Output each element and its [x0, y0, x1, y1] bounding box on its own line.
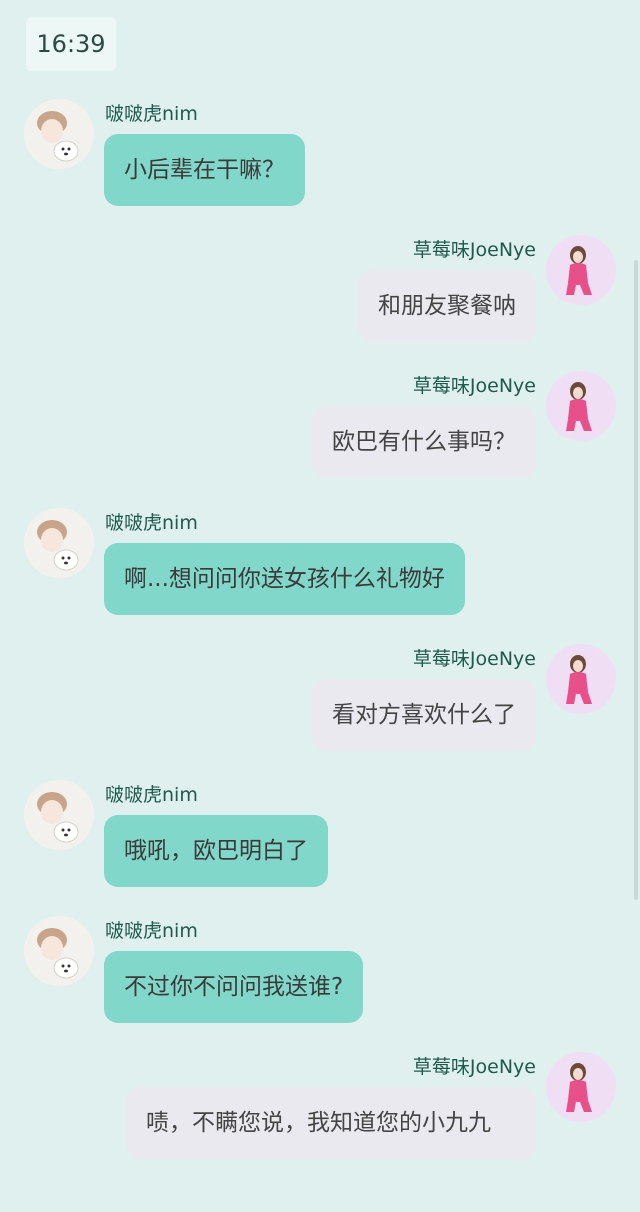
- contact-avatar[interactable]: [24, 99, 94, 169]
- message-bubble[interactable]: 不过你不问问我送谁?: [104, 951, 364, 1023]
- sender-name: 啵啵虎nim: [105, 512, 198, 534]
- sender-name: 草莓味JoeNye: [412, 648, 536, 670]
- sender-name: 啵啵虎nim: [105, 784, 198, 806]
- scrollbar[interactable]: [634, 260, 638, 900]
- contact-avatar[interactable]: [546, 644, 616, 714]
- time-stamp: 16:39: [26, 17, 116, 71]
- message-bubble[interactable]: 看对方喜欢什么了: [312, 679, 536, 751]
- message-bubble[interactable]: 哦吼，欧巴明白了: [104, 815, 328, 887]
- contact-avatar[interactable]: [24, 508, 94, 578]
- message-bubble[interactable]: 啊...想问问你送女孩什么礼物好: [104, 543, 465, 615]
- contact-avatar[interactable]: [546, 371, 616, 441]
- sender-name: 啵啵虎nim: [105, 103, 198, 125]
- sender-name: 草莓味JoeNye: [412, 375, 536, 397]
- sender-name: 啵啵虎nim: [105, 920, 198, 942]
- message-bubble[interactable]: 小后辈在干嘛？: [104, 134, 305, 206]
- contact-avatar[interactable]: [24, 780, 94, 850]
- contact-avatar[interactable]: [546, 235, 616, 305]
- sender-name: 草莓味JoeNye: [412, 239, 536, 261]
- message-bubble[interactable]: 和朋友聚餐呐: [358, 270, 536, 342]
- message-bubble[interactable]: 啧，不瞒您说，我知道您的小九九: [126, 1087, 536, 1159]
- message-bubble[interactable]: 欧巴有什么事吗？: [312, 406, 536, 478]
- sender-name: 草莓味JoeNye: [412, 1056, 536, 1078]
- contact-avatar[interactable]: [24, 916, 94, 986]
- contact-avatar[interactable]: [546, 1052, 616, 1122]
